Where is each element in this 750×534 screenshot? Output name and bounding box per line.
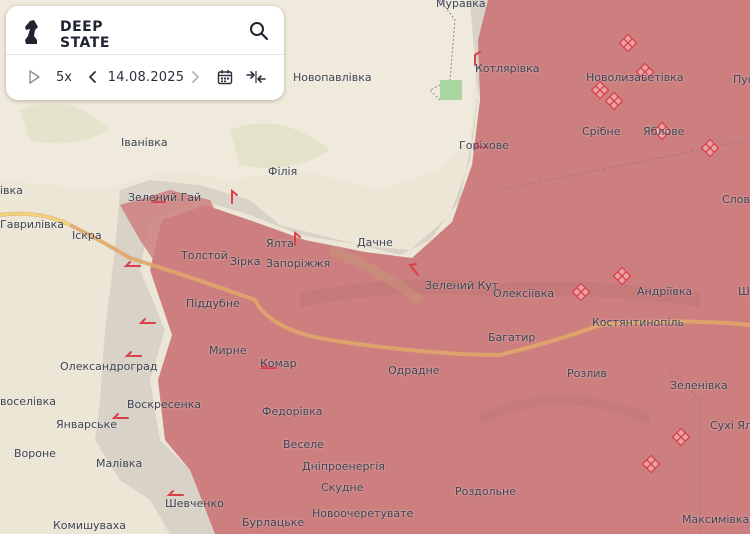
- place-label[interactable]: Костянтинопіль: [592, 316, 684, 329]
- logo[interactable]: DEEP STATE: [22, 16, 112, 52]
- place-label[interactable]: Сухі Яли: [710, 419, 750, 432]
- place-label[interactable]: Комишуваха: [53, 519, 126, 532]
- logo-line1: DEEP: [60, 19, 104, 35]
- place-label[interactable]: Олександроград: [60, 360, 158, 373]
- place-label[interactable]: Ялта: [266, 237, 294, 250]
- compare-button[interactable]: [244, 62, 268, 92]
- place-label[interactable]: Олексіївка: [493, 287, 554, 300]
- place-label[interactable]: Багатир: [488, 331, 535, 344]
- chevron-right-icon: [192, 71, 199, 83]
- place-label[interactable]: Максимівка: [682, 513, 749, 526]
- place-label[interactable]: Комар: [260, 357, 297, 370]
- place-label[interactable]: Дачне: [357, 236, 393, 249]
- place-label[interactable]: Малівка: [96, 457, 142, 470]
- search-icon: [250, 22, 269, 41]
- place-label[interactable]: Новопавлівка: [293, 71, 372, 84]
- place-label[interactable]: Розлив: [567, 367, 607, 380]
- place-label[interactable]: Муравка: [436, 0, 486, 10]
- calendar-icon: [217, 70, 233, 85]
- panel-divider: [6, 54, 284, 55]
- place-label[interactable]: Іванівка: [121, 136, 168, 149]
- place-label[interactable]: Горіхове: [459, 139, 509, 152]
- play-icon: [29, 70, 40, 84]
- prev-date-button[interactable]: [84, 62, 102, 92]
- compare-arrows-icon: [246, 71, 266, 83]
- chevron-left-icon: [89, 71, 96, 83]
- place-label[interactable]: Ш: [738, 285, 750, 298]
- place-label[interactable]: воселівка: [0, 395, 56, 408]
- place-label[interactable]: Зелений Гай: [128, 191, 201, 204]
- place-label[interactable]: Зірка: [230, 255, 260, 268]
- place-label[interactable]: Роздольне: [455, 485, 516, 498]
- place-label[interactable]: Веселе: [283, 438, 324, 451]
- place-label[interactable]: Зелений Кут: [425, 279, 498, 292]
- place-label[interactable]: Вороне: [14, 447, 56, 460]
- place-label[interactable]: Скудне: [321, 481, 363, 494]
- speed-selector[interactable]: 5x: [50, 62, 78, 92]
- date-display[interactable]: 14.08.2025: [106, 62, 186, 92]
- calendar-button[interactable]: [214, 62, 236, 92]
- place-label[interactable]: Шевченко: [165, 497, 224, 510]
- place-label[interactable]: Одрадне: [388, 364, 440, 377]
- logo-line2: STATE: [60, 35, 110, 51]
- logo-text: DEEP STATE: [60, 19, 110, 51]
- play-button[interactable]: [22, 62, 46, 92]
- place-label[interactable]: Іскра: [72, 229, 102, 242]
- place-label[interactable]: Федорівка: [262, 405, 322, 418]
- search-button[interactable]: [248, 20, 270, 42]
- next-date-button[interactable]: [186, 62, 204, 92]
- place-label[interactable]: Пус: [733, 73, 750, 86]
- place-label[interactable]: Слов: [722, 193, 750, 206]
- place-label[interactable]: Запоріжжя: [266, 257, 330, 270]
- place-label[interactable]: Мирне: [209, 344, 247, 357]
- place-label[interactable]: Котлярівка: [475, 62, 540, 75]
- place-label[interactable]: Дніпроенергія: [302, 460, 385, 473]
- place-label[interactable]: Новоочеретувате: [312, 507, 413, 520]
- place-label[interactable]: Яблове: [643, 125, 684, 138]
- place-label[interactable]: Январське: [56, 418, 117, 431]
- place-label[interactable]: Гаврилівка: [0, 218, 64, 231]
- place-label[interactable]: Новолизаветівка: [586, 71, 684, 84]
- place-label[interactable]: Воскресенка: [127, 398, 201, 411]
- place-label[interactable]: Піддубне: [186, 297, 240, 310]
- place-label[interactable]: івка: [0, 184, 23, 197]
- place-label[interactable]: Андріївка: [637, 285, 692, 298]
- place-label[interactable]: Філія: [268, 165, 297, 178]
- chess-knight-icon: [25, 20, 38, 44]
- control-panel: DEEP STATE 5x 14.08.2025: [6, 6, 284, 100]
- place-label[interactable]: Срібне: [582, 125, 620, 138]
- place-label[interactable]: Зеленівка: [670, 379, 728, 392]
- place-label[interactable]: Толстой: [181, 249, 228, 262]
- green-field: [440, 80, 462, 100]
- place-label[interactable]: Бурлацьке: [242, 516, 304, 529]
